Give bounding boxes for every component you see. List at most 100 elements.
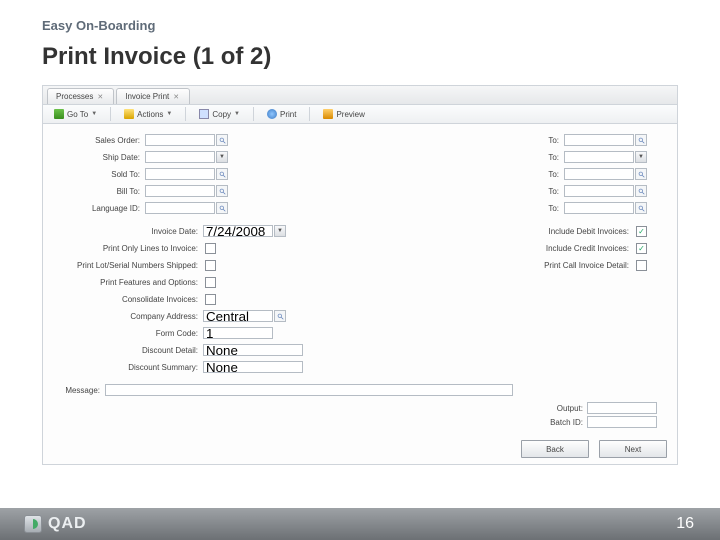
field-label: Print Call Invoice Detail:	[524, 261, 634, 270]
batch-id-input[interactable]	[587, 416, 657, 428]
form-col-left: Sales Order: Ship Date:▼ Sold To: Bill T…	[53, 132, 228, 217]
field-label: Company Address:	[53, 312, 203, 321]
ship-date-input[interactable]	[145, 151, 215, 163]
copy-icon	[199, 109, 209, 119]
print-label: Print	[280, 110, 296, 119]
field-label: Discount Summary:	[53, 363, 203, 372]
field-label: Bill To:	[53, 187, 145, 196]
sold-to-input[interactable]	[145, 168, 215, 180]
checkbox[interactable]	[205, 260, 216, 271]
chevron-down-icon[interactable]: ▼	[216, 151, 228, 163]
separator	[185, 107, 186, 121]
lookup-icon[interactable]	[216, 134, 228, 146]
chevron-down-icon[interactable]: ▼	[635, 151, 647, 163]
field-label: Batch ID:	[550, 418, 587, 427]
field-label: Include Credit Invoices:	[524, 244, 634, 253]
field-label: Print Features and Options:	[53, 278, 203, 287]
close-icon[interactable]: ✕	[97, 93, 103, 101]
back-button[interactable]: Back	[521, 440, 589, 458]
lookup-icon[interactable]	[635, 202, 647, 214]
output-input[interactable]	[587, 402, 657, 414]
invoice-date-input[interactable]	[203, 225, 273, 237]
field-label: Output:	[557, 404, 587, 413]
bill-to-input[interactable]	[145, 185, 215, 197]
checkbox[interactable]	[205, 277, 216, 288]
field-label: Discount Detail:	[53, 346, 203, 355]
form-col-right: To: To:▼ To: To: To:	[504, 132, 647, 217]
message-input[interactable]	[105, 384, 513, 396]
chevron-down-icon: ▼	[166, 111, 172, 117]
copy-button[interactable]: Copy ▼	[192, 107, 247, 121]
chevron-down-icon: ▼	[234, 111, 240, 117]
footer-bar: QAD 16	[0, 508, 720, 540]
field-label: Include Debit Invoices:	[524, 227, 634, 236]
lookup-icon[interactable]	[635, 185, 647, 197]
page-number: 16	[676, 515, 694, 533]
checkbox[interactable]	[636, 260, 647, 271]
sales-order-input[interactable]	[145, 134, 215, 146]
print-icon	[267, 109, 277, 119]
chevron-down-icon: ▼	[91, 111, 97, 117]
tab-processes[interactable]: Processes ✕	[47, 88, 114, 104]
field-label: Language ID:	[53, 204, 145, 213]
field-label: Message:	[53, 386, 105, 395]
checkbox[interactable]	[205, 243, 216, 254]
mid-col-left: Invoice Date: ▼ Print Only Lines to Invoi…	[53, 223, 303, 376]
to-input[interactable]	[564, 202, 634, 214]
next-button[interactable]: Next	[599, 440, 667, 458]
tab-invoice-print[interactable]: Invoice Print ✕	[116, 88, 190, 104]
field-label: To:	[504, 204, 564, 213]
discount-detail-input[interactable]	[203, 344, 303, 356]
lookup-icon[interactable]	[635, 168, 647, 180]
close-icon[interactable]: ✕	[173, 93, 179, 101]
print-button[interactable]: Print	[260, 107, 303, 121]
separator	[110, 107, 111, 121]
preview-label: Preview	[336, 110, 364, 119]
actions-label: Actions	[137, 110, 163, 119]
to-input[interactable]	[564, 134, 634, 146]
copy-label: Copy	[212, 110, 231, 119]
app-window: Processes ✕ Invoice Print ✕ Go To ▼ Acti…	[42, 85, 678, 465]
checkbox[interactable]: ✓	[636, 243, 647, 254]
tab-label: Processes	[56, 92, 93, 101]
checkbox[interactable]	[205, 294, 216, 305]
tab-label: Invoice Print	[125, 92, 169, 101]
field-label: Invoice Date:	[53, 227, 203, 236]
lookup-icon[interactable]	[216, 185, 228, 197]
to-input[interactable]	[564, 151, 634, 163]
preview-icon	[323, 109, 333, 119]
company-address-input[interactable]	[203, 310, 273, 322]
chevron-down-icon[interactable]: ▼	[274, 225, 286, 237]
field-label: Sales Order:	[53, 136, 145, 145]
lookup-icon[interactable]	[216, 168, 228, 180]
wizard-buttons: Back Next	[43, 434, 677, 464]
actions-button[interactable]: Actions ▼	[117, 107, 179, 121]
mid-col-right: Include Debit Invoices:✓ Include Credit …	[524, 223, 647, 376]
checkbox[interactable]: ✓	[636, 226, 647, 237]
slide-subtitle: Easy On-Boarding	[42, 18, 678, 33]
logo-icon	[24, 515, 42, 533]
field-label: To:	[504, 136, 564, 145]
logo: QAD	[24, 515, 87, 533]
to-input[interactable]	[564, 168, 634, 180]
to-input[interactable]	[564, 185, 634, 197]
goto-button[interactable]: Go To ▼	[47, 107, 104, 121]
lookup-icon[interactable]	[274, 310, 286, 322]
preview-button[interactable]: Preview	[316, 107, 371, 121]
form-code-input[interactable]	[203, 327, 273, 339]
output-rows: Output: Batch ID:	[53, 402, 657, 428]
lookup-icon[interactable]	[635, 134, 647, 146]
tabs-row: Processes ✕ Invoice Print ✕	[43, 86, 677, 105]
language-id-input[interactable]	[145, 202, 215, 214]
field-label: To:	[504, 187, 564, 196]
goto-label: Go To	[67, 110, 88, 119]
logo-text: QAD	[48, 515, 87, 533]
field-label: Ship Date:	[53, 153, 145, 162]
discount-summary-input[interactable]	[203, 361, 303, 373]
lookup-icon[interactable]	[216, 202, 228, 214]
form-area: Sales Order: Ship Date:▼ Sold To: Bill T…	[43, 124, 677, 434]
field-label: Print Only Lines to Invoice:	[53, 244, 203, 253]
actions-icon	[124, 109, 134, 119]
field-label: To:	[504, 170, 564, 179]
slide-title: Print Invoice (1 of 2)	[42, 43, 678, 71]
